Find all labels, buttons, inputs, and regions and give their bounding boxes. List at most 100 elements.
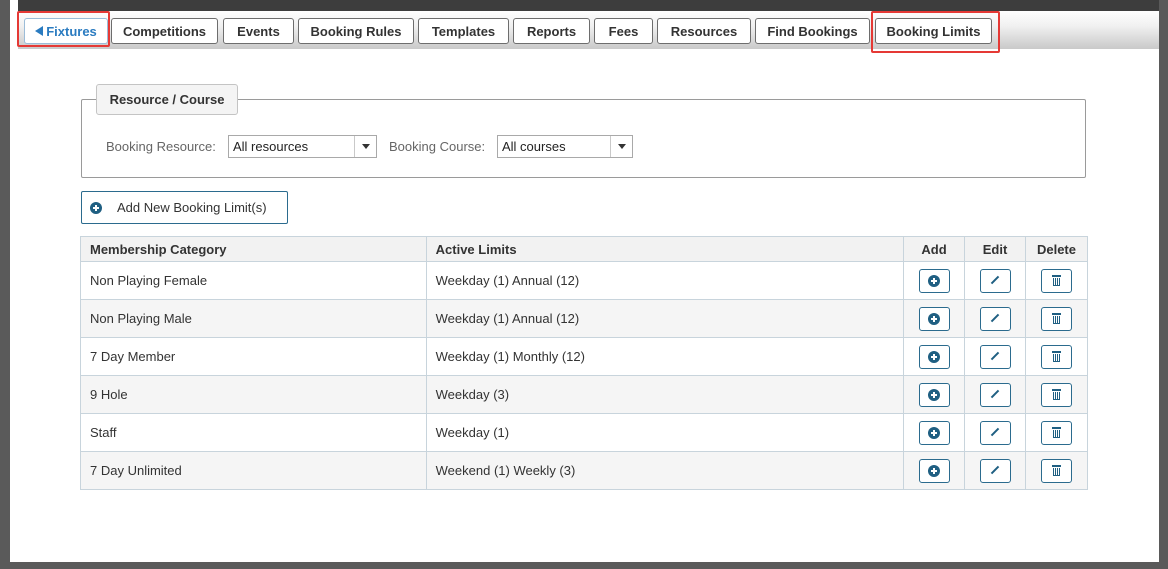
table-row: Staff Weekday (1) [80,413,1089,452]
delete-cell [1024,413,1089,452]
add-limit-button[interactable] [918,306,950,331]
add-button-label: Add New Booking Limit(s) [117,200,267,215]
highlight-box-fixtures [17,11,110,47]
tab-label: Reports [526,23,577,39]
plus-circle-icon [928,464,941,477]
highlight-box-booking-limits [871,11,1000,53]
tab-label: Booking Rules [310,23,402,39]
add-cell [903,261,966,300]
edit-cell [964,261,1026,300]
delete-cell [1024,375,1089,414]
header-delete: Delete [1024,236,1089,262]
category-cell: Non Playing Female [80,261,427,300]
tab-label: Fees [608,23,639,39]
delete-cell [1024,451,1089,490]
edit-limit-button[interactable] [979,344,1011,369]
tab-events[interactable]: Events [223,18,294,44]
delete-limit-button[interactable] [1040,458,1072,483]
pencil-icon [990,352,1000,362]
edit-limit-button[interactable] [979,382,1011,407]
tab-label: Find Bookings [767,23,858,39]
add-limit-button[interactable] [918,420,950,445]
delete-limit-button[interactable] [1040,382,1072,407]
limits-cell: Weekday (1) Monthly (12) [425,337,905,376]
edit-cell [964,375,1026,414]
header-edit: Edit [964,236,1026,262]
header-membership-category: Membership Category [80,236,427,262]
top-strip [18,0,1159,11]
tab-booking-rules[interactable]: Booking Rules [298,18,414,44]
category-cell: 7 Day Unlimited [80,451,427,490]
pencil-icon [990,314,1000,324]
table-row: 7 Day Unlimited Weekend (1) Weekly (3) [80,451,1089,490]
tab-competitions[interactable]: Competitions [111,18,218,44]
table-row: Non Playing Male Weekday (1) Annual (12) [80,299,1089,338]
booking-course-label: Booking Course: [389,139,486,154]
add-cell [903,299,966,338]
edit-limit-button[interactable] [979,306,1011,331]
tab-find-bookings[interactable]: Find Bookings [755,18,870,44]
pencil-icon [990,428,1000,438]
plus-circle-icon [90,201,102,214]
category-cell: 7 Day Member [80,337,427,376]
booking-course-select[interactable]: All courses [497,135,633,158]
tab-label: Resources [670,23,738,39]
plus-circle-icon [928,426,941,439]
tab-reports[interactable]: Reports [513,18,590,44]
chevron-down-icon [610,136,632,157]
trash-icon [1051,427,1061,438]
delete-limit-button[interactable] [1040,420,1072,445]
add-limit-button[interactable] [918,382,950,407]
edit-cell [964,451,1026,490]
header-add: Add [903,236,966,262]
tab-resources[interactable]: Resources [657,18,751,44]
table-row: 7 Day Member Weekday (1) Monthly (12) [80,337,1089,376]
add-limit-button[interactable] [918,268,950,293]
edit-limit-button[interactable] [979,268,1011,293]
limits-cell: Weekday (1) Annual (12) [425,261,905,300]
add-cell [903,337,966,376]
select-value: All courses [502,139,566,154]
limits-cell: Weekday (3) [425,375,905,414]
add-limit-button[interactable] [918,344,950,369]
edit-cell [964,337,1026,376]
add-new-booking-limit-button[interactable]: Add New Booking Limit(s) [81,191,288,224]
booking-limits-table: Membership Category Active Limits Add Ed… [80,236,1089,490]
delete-cell [1024,261,1089,300]
limits-cell: Weekend (1) Weekly (3) [425,451,905,490]
trash-icon [1051,275,1061,286]
select-value: All resources [233,139,309,154]
delete-limit-button[interactable] [1040,306,1072,331]
plus-circle-icon [928,274,941,287]
table-row: Non Playing Female Weekday (1) Annual (1… [80,261,1089,300]
filter-legend: Resource / Course [96,84,238,115]
edit-limit-button[interactable] [979,458,1011,483]
edit-limit-button[interactable] [979,420,1011,445]
booking-resource-select[interactable]: All resources [228,135,377,158]
plus-circle-icon [928,350,941,363]
tab-templates[interactable]: Templates [418,18,509,44]
plus-circle-icon [928,312,941,325]
table-header-row: Membership Category Active Limits Add Ed… [80,236,1089,262]
tab-label: Templates [431,23,496,39]
plus-circle-icon [928,388,941,401]
trash-icon [1051,351,1061,362]
delete-limit-button[interactable] [1040,344,1072,369]
limits-cell: Weekday (1) Annual (12) [425,299,905,338]
edit-cell [964,413,1026,452]
limits-cell: Weekday (1) [425,413,905,452]
category-cell: Staff [80,413,427,452]
trash-icon [1051,313,1061,324]
trash-icon [1051,389,1061,400]
add-cell [903,451,966,490]
category-cell: 9 Hole [80,375,427,414]
add-limit-button[interactable] [918,458,950,483]
delete-cell [1024,299,1089,338]
delete-limit-button[interactable] [1040,268,1072,293]
pencil-icon [990,466,1000,476]
pencil-icon [990,390,1000,400]
pencil-icon [990,276,1000,286]
table-row: 9 Hole Weekday (3) [80,375,1089,414]
tab-fees[interactable]: Fees [594,18,653,44]
chevron-down-icon [354,136,376,157]
